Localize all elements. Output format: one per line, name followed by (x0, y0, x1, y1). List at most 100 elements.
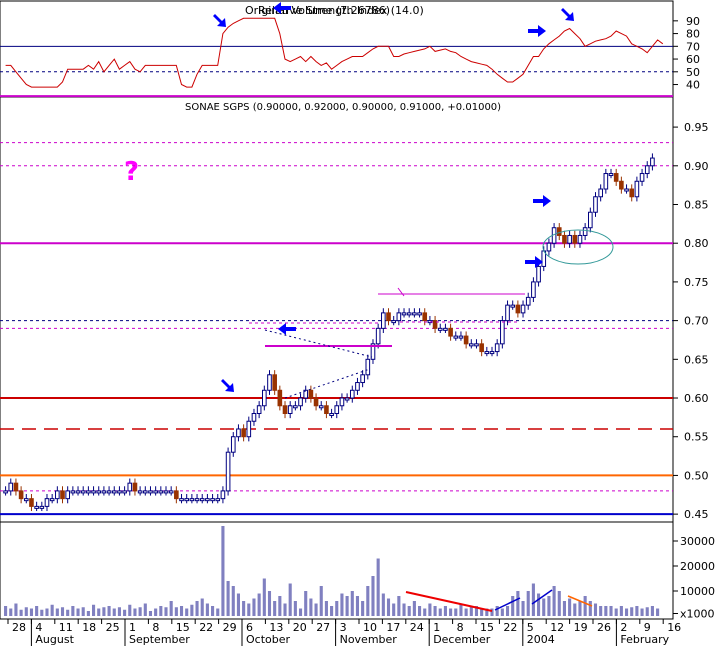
volume-bar (179, 606, 184, 616)
candle-body (500, 320, 505, 345)
day-tick-label: 19 (574, 621, 588, 634)
day-tick-label: 25 (106, 621, 120, 634)
volume-bar (86, 611, 90, 616)
candle-body (391, 320, 396, 324)
volume-bar (511, 596, 515, 616)
volume-bar (231, 586, 235, 616)
volume-bar (226, 581, 230, 616)
candle-body (365, 358, 371, 376)
candle-body (251, 413, 257, 422)
candle-body (117, 490, 122, 494)
candle-body (106, 490, 112, 494)
volume-bar (505, 606, 510, 616)
candle-body (184, 498, 190, 502)
candle-body (412, 312, 417, 316)
candle-body (598, 188, 603, 198)
candle-body (546, 242, 552, 252)
volume-bar (619, 606, 623, 616)
candle-body (142, 490, 148, 494)
month-label: 2004 (527, 633, 555, 646)
candle-body (437, 327, 443, 331)
candle-body (562, 234, 567, 244)
candle-body (91, 490, 96, 494)
volume-bar (262, 578, 266, 616)
volume-bar (542, 598, 546, 616)
volume-bar (154, 608, 158, 616)
volume-bar (583, 596, 587, 616)
price-tick-label: 0.60 (684, 392, 709, 405)
volume-bar (568, 598, 572, 616)
volume-bar (309, 598, 313, 616)
volume-bar (319, 586, 323, 616)
candle-body (489, 351, 495, 355)
month-label: February (620, 633, 669, 646)
rsi-tick-label: 80 (686, 28, 700, 41)
rsi-tick-label: 70 (686, 40, 700, 53)
volume-bar (418, 606, 422, 616)
volume-bar (578, 601, 582, 616)
candle-body (293, 405, 298, 409)
volume-bar (288, 583, 292, 616)
volume-bar (557, 591, 561, 616)
candle-body (629, 188, 635, 198)
volume-bar (92, 604, 96, 616)
volume-bar (66, 609, 70, 616)
volume-bar (438, 608, 442, 616)
price-tick-label: 0.90 (684, 160, 709, 173)
volume-bar (433, 606, 437, 616)
volume-bar (164, 607, 168, 616)
volume-bar (247, 603, 251, 616)
candle-body (474, 343, 479, 347)
volume-bar (205, 603, 209, 616)
volume-bar (645, 607, 649, 616)
candle-body (199, 498, 205, 502)
volume-bar (252, 598, 256, 616)
rsi-tick-label: 40 (686, 79, 700, 92)
volume-tick-label: x1000 (680, 608, 715, 621)
day-tick-label: 16 (667, 621, 681, 634)
candle-body (298, 397, 303, 407)
volume-bar (547, 596, 551, 616)
candle-body (531, 281, 536, 298)
volume-bar (593, 603, 598, 616)
candle-body (49, 498, 55, 502)
volume-bar (521, 601, 525, 616)
candle-body (132, 482, 138, 492)
volume-bar (9, 608, 13, 616)
volume-bar (412, 601, 416, 616)
volume-bar (283, 603, 287, 616)
candle-body (215, 498, 221, 502)
volume-bar (4, 606, 8, 616)
candle-body (210, 498, 215, 502)
candle-body (396, 312, 402, 322)
day-tick-label: 29 (223, 621, 237, 634)
candle-body (505, 304, 510, 322)
candle-body (163, 490, 169, 494)
volume-bar (76, 608, 80, 616)
candle-body (262, 389, 267, 407)
candle-body (484, 351, 490, 355)
candle-body (406, 312, 412, 316)
volume-bar (211, 606, 215, 616)
volume-bar (650, 606, 654, 616)
volume-bar (386, 598, 391, 616)
candle-body (619, 180, 624, 190)
volume-bar (355, 596, 360, 616)
volume-bar (267, 591, 272, 616)
volume-bar (102, 607, 106, 616)
candle-body (179, 498, 184, 502)
volume-bar (407, 606, 411, 616)
candle-body (479, 343, 484, 353)
volume-bar (314, 603, 318, 616)
candle-body (375, 327, 381, 345)
rsi-tick-label: 90 (686, 15, 700, 28)
candle-body (272, 374, 277, 391)
candle-body (582, 227, 588, 236)
volume-bar (117, 607, 121, 616)
candle-body (55, 490, 60, 500)
volume-bar (392, 603, 396, 616)
volume-bar (304, 591, 308, 616)
candle-body (381, 312, 386, 329)
rsi-tick-label: 50 (686, 66, 700, 79)
candle-body (468, 343, 474, 347)
